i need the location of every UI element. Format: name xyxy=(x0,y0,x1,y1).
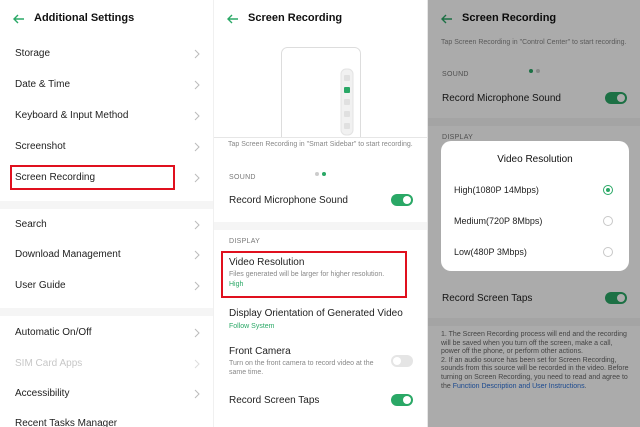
chevron-right-icon xyxy=(194,49,200,59)
radio-selected-icon[interactable] xyxy=(603,185,613,195)
settings-item-screenshot[interactable]: Screenshot xyxy=(15,141,201,152)
settings-item-recent-tasks[interactable]: Recent Tasks Manager xyxy=(15,418,201,427)
option-label: Low(480P 3Mbps) xyxy=(454,247,527,257)
chevron-right-icon xyxy=(194,111,200,121)
record-microphone-label: Record Microphone Sound xyxy=(229,195,348,206)
dialog-title: Video Resolution xyxy=(497,154,573,165)
settings-item-storage[interactable]: Storage xyxy=(15,48,201,59)
screen-recording-panel: Screen Recording Tap Screen Recording in… xyxy=(213,0,427,427)
chevron-right-icon xyxy=(194,281,200,291)
record-screen-taps-toggle[interactable] xyxy=(391,394,413,406)
header: Additional Settings xyxy=(0,8,213,30)
settings-item-label: Keyboard & Input Method xyxy=(15,110,129,121)
illustration-divider xyxy=(214,137,427,138)
section-header-display: DISPLAY xyxy=(229,238,261,245)
front-camera-label: Front Camera xyxy=(229,346,291,357)
back-arrow-icon[interactable] xyxy=(226,12,240,26)
resolution-option-medium[interactable]: Medium(720P 8Mbps) xyxy=(441,210,629,232)
settings-item-user-guide[interactable]: User Guide xyxy=(15,280,201,291)
chevron-right-icon xyxy=(194,80,200,90)
radio-unselected-icon[interactable] xyxy=(603,216,613,226)
settings-item-label: User Guide xyxy=(15,280,66,291)
page-indicator xyxy=(315,163,326,181)
page-title: Additional Settings xyxy=(34,12,135,24)
chevron-right-icon xyxy=(194,220,200,230)
divider xyxy=(0,308,213,316)
record-microphone-row[interactable]: Record Microphone Sound xyxy=(229,195,415,206)
option-label: Medium(720P 8Mbps) xyxy=(454,216,543,226)
divider xyxy=(0,201,213,209)
header: Screen Recording xyxy=(214,8,427,30)
orientation-label: Display Orientation of Generated Video xyxy=(229,308,403,319)
front-camera-row[interactable]: Front Camera Turn on the front camera to… xyxy=(229,346,389,377)
settings-item-label: Date & Time xyxy=(15,79,71,90)
chevron-right-icon xyxy=(194,389,200,399)
settings-item-sim-card-apps: SIM Card Apps xyxy=(15,358,201,369)
orientation-value: Follow System xyxy=(229,323,275,330)
chevron-right-icon xyxy=(194,359,200,369)
settings-item-label: Automatic On/Off xyxy=(15,327,92,338)
chevron-right-icon xyxy=(194,328,200,338)
highlight-box xyxy=(221,251,407,298)
resolution-option-high[interactable]: High(1080P 14Mbps) xyxy=(441,179,629,201)
chevron-right-icon xyxy=(194,142,200,152)
video-resolution-dialog: Video Resolution High(1080P 14Mbps) Medi… xyxy=(441,141,629,271)
settings-item-automatic-on-off[interactable]: Automatic On/Off xyxy=(15,327,201,338)
record-screen-taps-label: Record Screen Taps xyxy=(229,395,320,406)
settings-item-label: Search xyxy=(15,219,47,230)
settings-item-label: SIM Card Apps xyxy=(15,358,83,369)
radio-unselected-icon[interactable] xyxy=(603,247,613,257)
chevron-right-icon xyxy=(194,173,200,183)
option-label: High(1080P 14Mbps) xyxy=(454,185,539,195)
settings-item-keyboard[interactable]: Keyboard & Input Method xyxy=(15,110,201,121)
settings-item-search[interactable]: Search xyxy=(15,219,201,230)
front-camera-toggle[interactable] xyxy=(391,355,413,367)
highlight-box xyxy=(10,165,175,190)
settings-item-label: Accessibility xyxy=(15,388,70,399)
tip-text: Tap Screen Recording in "Smart Sidebar" … xyxy=(228,141,413,148)
page-dot xyxy=(315,172,319,176)
screen-recording-dialog-panel: Screen Recording Tap Screen Recording in… xyxy=(427,0,640,427)
record-microphone-toggle[interactable] xyxy=(391,194,413,206)
section-header-sound: SOUND xyxy=(229,174,256,181)
record-screen-taps-row[interactable]: Record Screen Taps xyxy=(229,395,415,406)
divider xyxy=(214,222,427,230)
additional-settings-panel: Additional Settings Storage Date & Time … xyxy=(0,0,213,427)
settings-item-label: Screenshot xyxy=(15,141,66,152)
back-arrow-icon[interactable] xyxy=(12,12,26,26)
smart-sidebar-illustration xyxy=(281,47,361,137)
settings-item-download-management[interactable]: Download Management xyxy=(15,249,201,260)
settings-item-label: Download Management xyxy=(15,249,121,260)
settings-item-accessibility[interactable]: Accessibility xyxy=(15,388,201,399)
resolution-option-low[interactable]: Low(480P 3Mbps) xyxy=(441,241,629,263)
chevron-right-icon xyxy=(194,250,200,260)
front-camera-desc: Turn on the front camera to record video… xyxy=(229,360,374,376)
settings-item-date-time[interactable]: Date & Time xyxy=(15,79,201,90)
page-title: Screen Recording xyxy=(248,12,343,24)
settings-item-label: Recent Tasks Manager xyxy=(15,418,118,427)
page-dot-active xyxy=(322,172,326,176)
settings-item-label: Storage xyxy=(15,48,51,59)
orientation-row[interactable]: Display Orientation of Generated Video F… xyxy=(229,308,419,331)
